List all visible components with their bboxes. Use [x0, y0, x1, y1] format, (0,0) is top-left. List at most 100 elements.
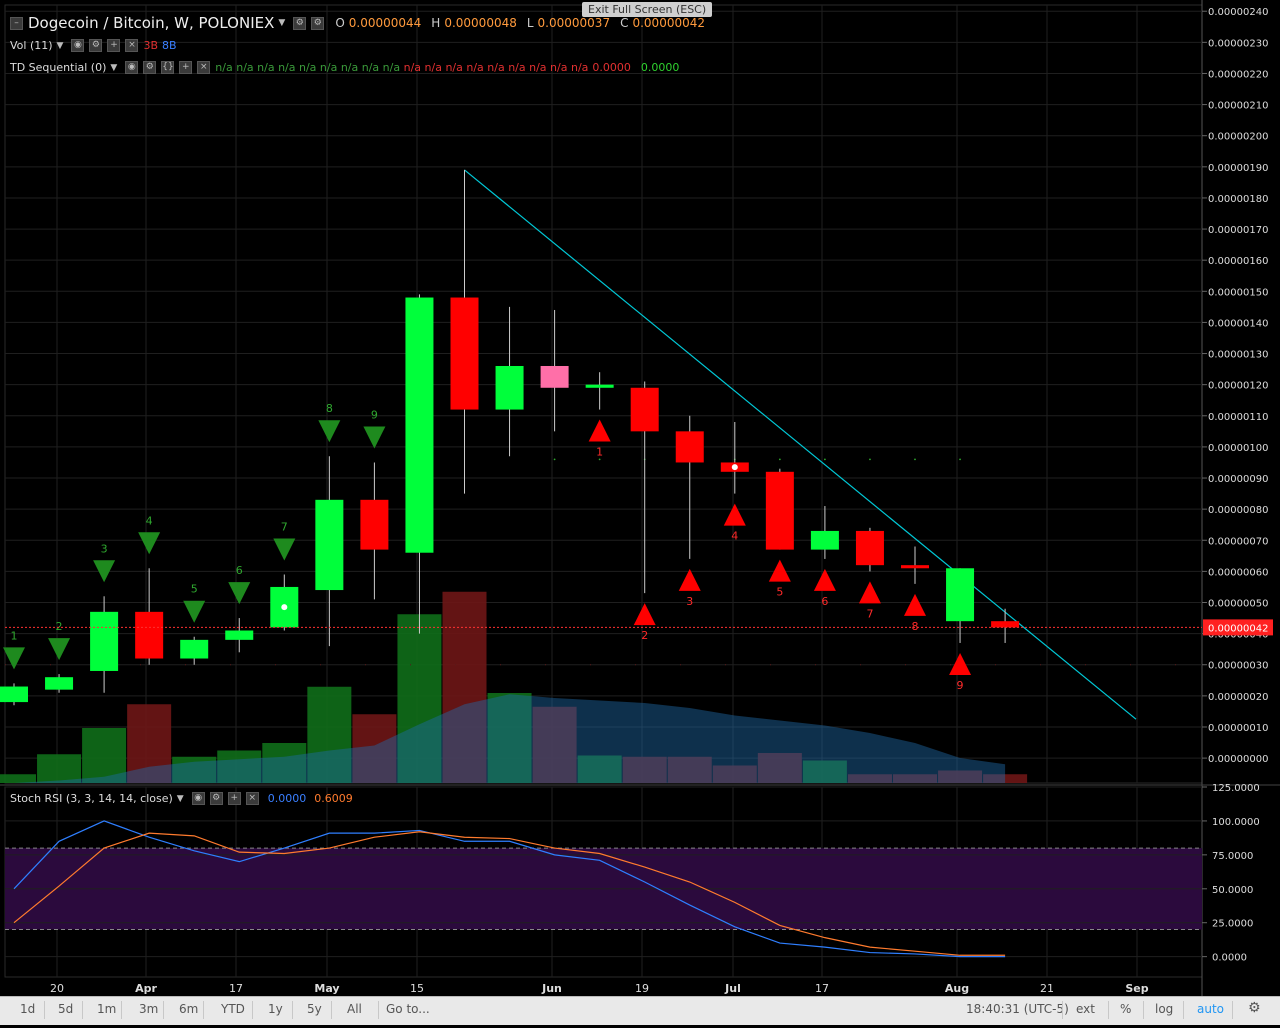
range-button-3m[interactable]: 3m: [139, 1002, 158, 1016]
td-na-value: n/a: [361, 61, 383, 74]
candle-body[interactable]: [585, 384, 614, 388]
gear-icon[interactable]: ⚙: [89, 39, 103, 52]
chevron-down-icon[interactable]: ▼: [177, 794, 184, 804]
candle-body[interactable]: [810, 530, 839, 550]
td-sell-count: 2: [56, 620, 63, 633]
low-value: 0.00000037: [537, 16, 611, 30]
settings-icon[interactable]: ⚙: [293, 16, 307, 30]
td-na-value: n/a: [487, 61, 509, 74]
candle-body[interactable]: [405, 297, 434, 553]
x-tick-label: 17: [815, 982, 829, 995]
range-button-5d[interactable]: 5d: [58, 1002, 73, 1016]
candle-body[interactable]: [946, 568, 975, 622]
chevron-down-icon[interactable]: ▼: [278, 18, 285, 28]
candle-body[interactable]: [630, 387, 659, 432]
ext-button[interactable]: ext: [1076, 1002, 1095, 1016]
goto-button[interactable]: Go to...: [386, 1002, 430, 1016]
low-label: L: [526, 16, 534, 30]
stoch-d-value: 0.6009: [314, 792, 353, 805]
gear-icon[interactable]: ⚙: [209, 792, 223, 805]
close-icon[interactable]: ×: [245, 792, 259, 805]
volume-value-2: 8B: [162, 39, 177, 52]
candle-body[interactable]: [360, 499, 389, 550]
stoch-legend-label[interactable]: Stoch RSI (3, 3, 14, 14, close): [10, 792, 173, 805]
range-button-1m[interactable]: 1m: [97, 1002, 116, 1016]
plus-icon[interactable]: +: [107, 39, 121, 52]
divider: [44, 1001, 45, 1019]
td-legend-label[interactable]: TD Sequential (0): [10, 61, 106, 74]
td-na-value: n/a: [445, 61, 467, 74]
range-button-ytd[interactable]: YTD: [221, 1002, 245, 1016]
candle-body[interactable]: [675, 431, 704, 463]
candle-body[interactable]: [0, 686, 28, 703]
chevron-down-icon[interactable]: ▼: [57, 41, 64, 51]
candle-body[interactable]: [901, 565, 929, 569]
candle-body[interactable]: [991, 621, 1020, 628]
chart-canvas[interactable]: 0.00000000 0.00000010 0.00000020 0.00000030…: [0, 0, 1280, 1024]
range-button-all[interactable]: All: [347, 1002, 362, 1016]
td-sell-count: 4: [146, 514, 153, 527]
y-tick-label: 0.00000180: [1208, 194, 1268, 205]
divider: [252, 1001, 253, 1019]
candle-body[interactable]: [540, 365, 569, 388]
range-button-1d[interactable]: 1d: [20, 1002, 35, 1016]
stoch-y-tick-label: 100.0000: [1212, 817, 1260, 828]
candle-body[interactable]: [225, 630, 254, 640]
gear-icon[interactable]: ⚙: [143, 61, 157, 74]
main-pane[interactable]: [4, 4, 1203, 784]
gear-icon[interactable]: ⚙: [1248, 1000, 1261, 1016]
y-tick-label: 0.00000210: [1208, 101, 1268, 112]
volume-bar: [37, 754, 82, 783]
y-tick-label: 0.00000010: [1208, 723, 1268, 734]
x-tick-label: 17: [229, 982, 243, 995]
divider: [292, 1001, 293, 1019]
candle-body[interactable]: [315, 499, 344, 591]
plus-icon[interactable]: +: [179, 61, 193, 74]
close-icon[interactable]: ×: [197, 61, 211, 74]
td-na-values: n/a n/a n/a n/a n/a n/a n/a n/a n/a n/a …: [215, 61, 588, 74]
td-na-value: n/a: [508, 61, 530, 74]
y-tick-label: 0.00000000: [1208, 754, 1268, 765]
y-tick-label: 0.00000150: [1208, 287, 1268, 298]
y-tick-label: 0.00000140: [1208, 318, 1268, 329]
x-tick-label: 15: [410, 982, 424, 995]
candle-body[interactable]: [495, 365, 524, 410]
divider: [1062, 1001, 1063, 1019]
candle-body[interactable]: [450, 297, 479, 410]
range-button-6m[interactable]: 6m: [179, 1002, 198, 1016]
range-button-1y[interactable]: 1y: [268, 1002, 283, 1016]
candle-body[interactable]: [180, 639, 209, 659]
x-tick-label: Apr: [135, 982, 157, 995]
percent-button[interactable]: %: [1120, 1002, 1131, 1016]
chevron-down-icon[interactable]: ▼: [110, 63, 117, 73]
close-icon[interactable]: ×: [125, 39, 139, 52]
candle-body[interactable]: [90, 611, 119, 671]
td-na-value: n/a: [550, 61, 571, 74]
x-tick-label: 20: [50, 982, 64, 995]
auto-button[interactable]: auto: [1197, 1002, 1224, 1016]
exit-fullscreen-tooltip[interactable]: Exit Full Screen (ESC): [582, 2, 713, 17]
y-tick-label: 0.00000080: [1208, 505, 1268, 516]
volume-bar: [0, 774, 36, 783]
stoch-y-tick-label: 125.0000: [1212, 783, 1260, 794]
collapse-icon[interactable]: –: [10, 16, 23, 30]
y-tick-label: 0.00000230: [1208, 38, 1268, 49]
chart-root[interactable]: 0.00000000 0.00000010 0.00000020 0.00000030…: [0, 0, 1280, 1024]
stoch-y-tick-label: 0.0000: [1212, 953, 1247, 964]
divider: [331, 1001, 332, 1019]
plus-icon[interactable]: +: [227, 792, 241, 805]
symbol-title[interactable]: Dogecoin / Bitcoin, W, POLONIEX: [28, 14, 274, 32]
candle-body[interactable]: [135, 611, 164, 659]
gear-icon[interactable]: ⚙: [311, 16, 325, 30]
log-button[interactable]: log: [1155, 1002, 1173, 1016]
eye-icon[interactable]: ◉: [191, 792, 205, 805]
braces-icon[interactable]: {}: [161, 61, 175, 74]
range-button-5y[interactable]: 5y: [307, 1002, 322, 1016]
volume-legend-label[interactable]: Vol (11): [10, 39, 53, 52]
candle-body[interactable]: [45, 677, 74, 690]
candle-body[interactable]: [765, 471, 794, 550]
eye-icon[interactable]: ◉: [125, 61, 139, 74]
stoch-legend: Stoch RSI (3, 3, 14, 14, close) ▼ ◉ ⚙ + …: [10, 792, 353, 805]
candle-body[interactable]: [855, 530, 884, 566]
eye-icon[interactable]: ◉: [71, 39, 85, 52]
